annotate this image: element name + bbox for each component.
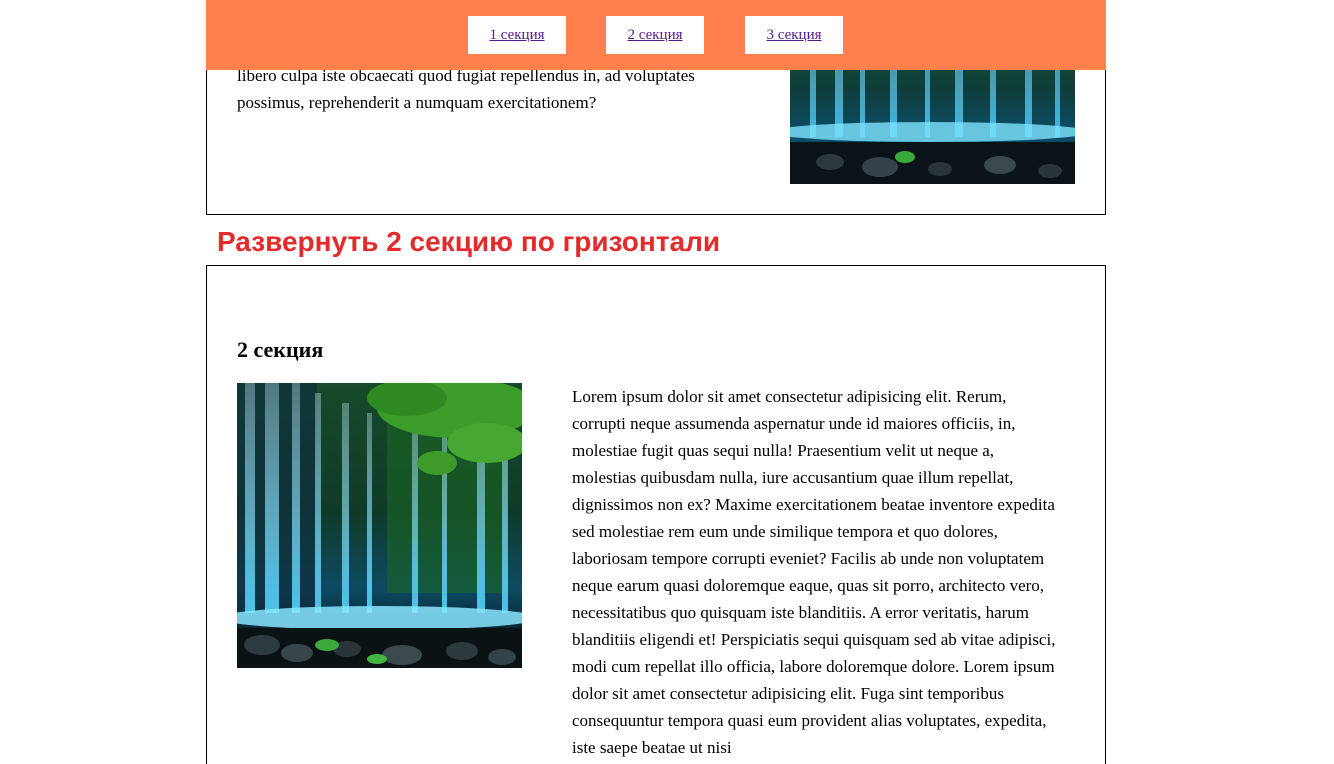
section-2: 2 секция Lorem ipsum dolor sit amet cons… xyxy=(206,265,1106,764)
nav-link-section-2[interactable]: 2 секция xyxy=(606,16,704,54)
waterfall-image-2 xyxy=(237,383,522,668)
section-2-text: Lorem ipsum dolor sit amet consectetur a… xyxy=(572,383,1062,761)
page: commodi sapiente numquam voluptatibus co… xyxy=(0,0,1334,764)
section-2-paragraph: Lorem ipsum dolor sit amet consectetur a… xyxy=(572,387,1056,757)
nav-link-section-3[interactable]: 3 секция xyxy=(745,16,843,54)
waterfall-picture xyxy=(237,383,522,668)
task-caption: Развернуть 2 секцию по гризонтали xyxy=(217,226,721,257)
section-2-title: 2 секция xyxy=(237,337,324,362)
top-navigation: 1 секция 2 секция 3 секция xyxy=(206,0,1106,70)
nav-link-section-1[interactable]: 1 секция xyxy=(468,16,566,54)
